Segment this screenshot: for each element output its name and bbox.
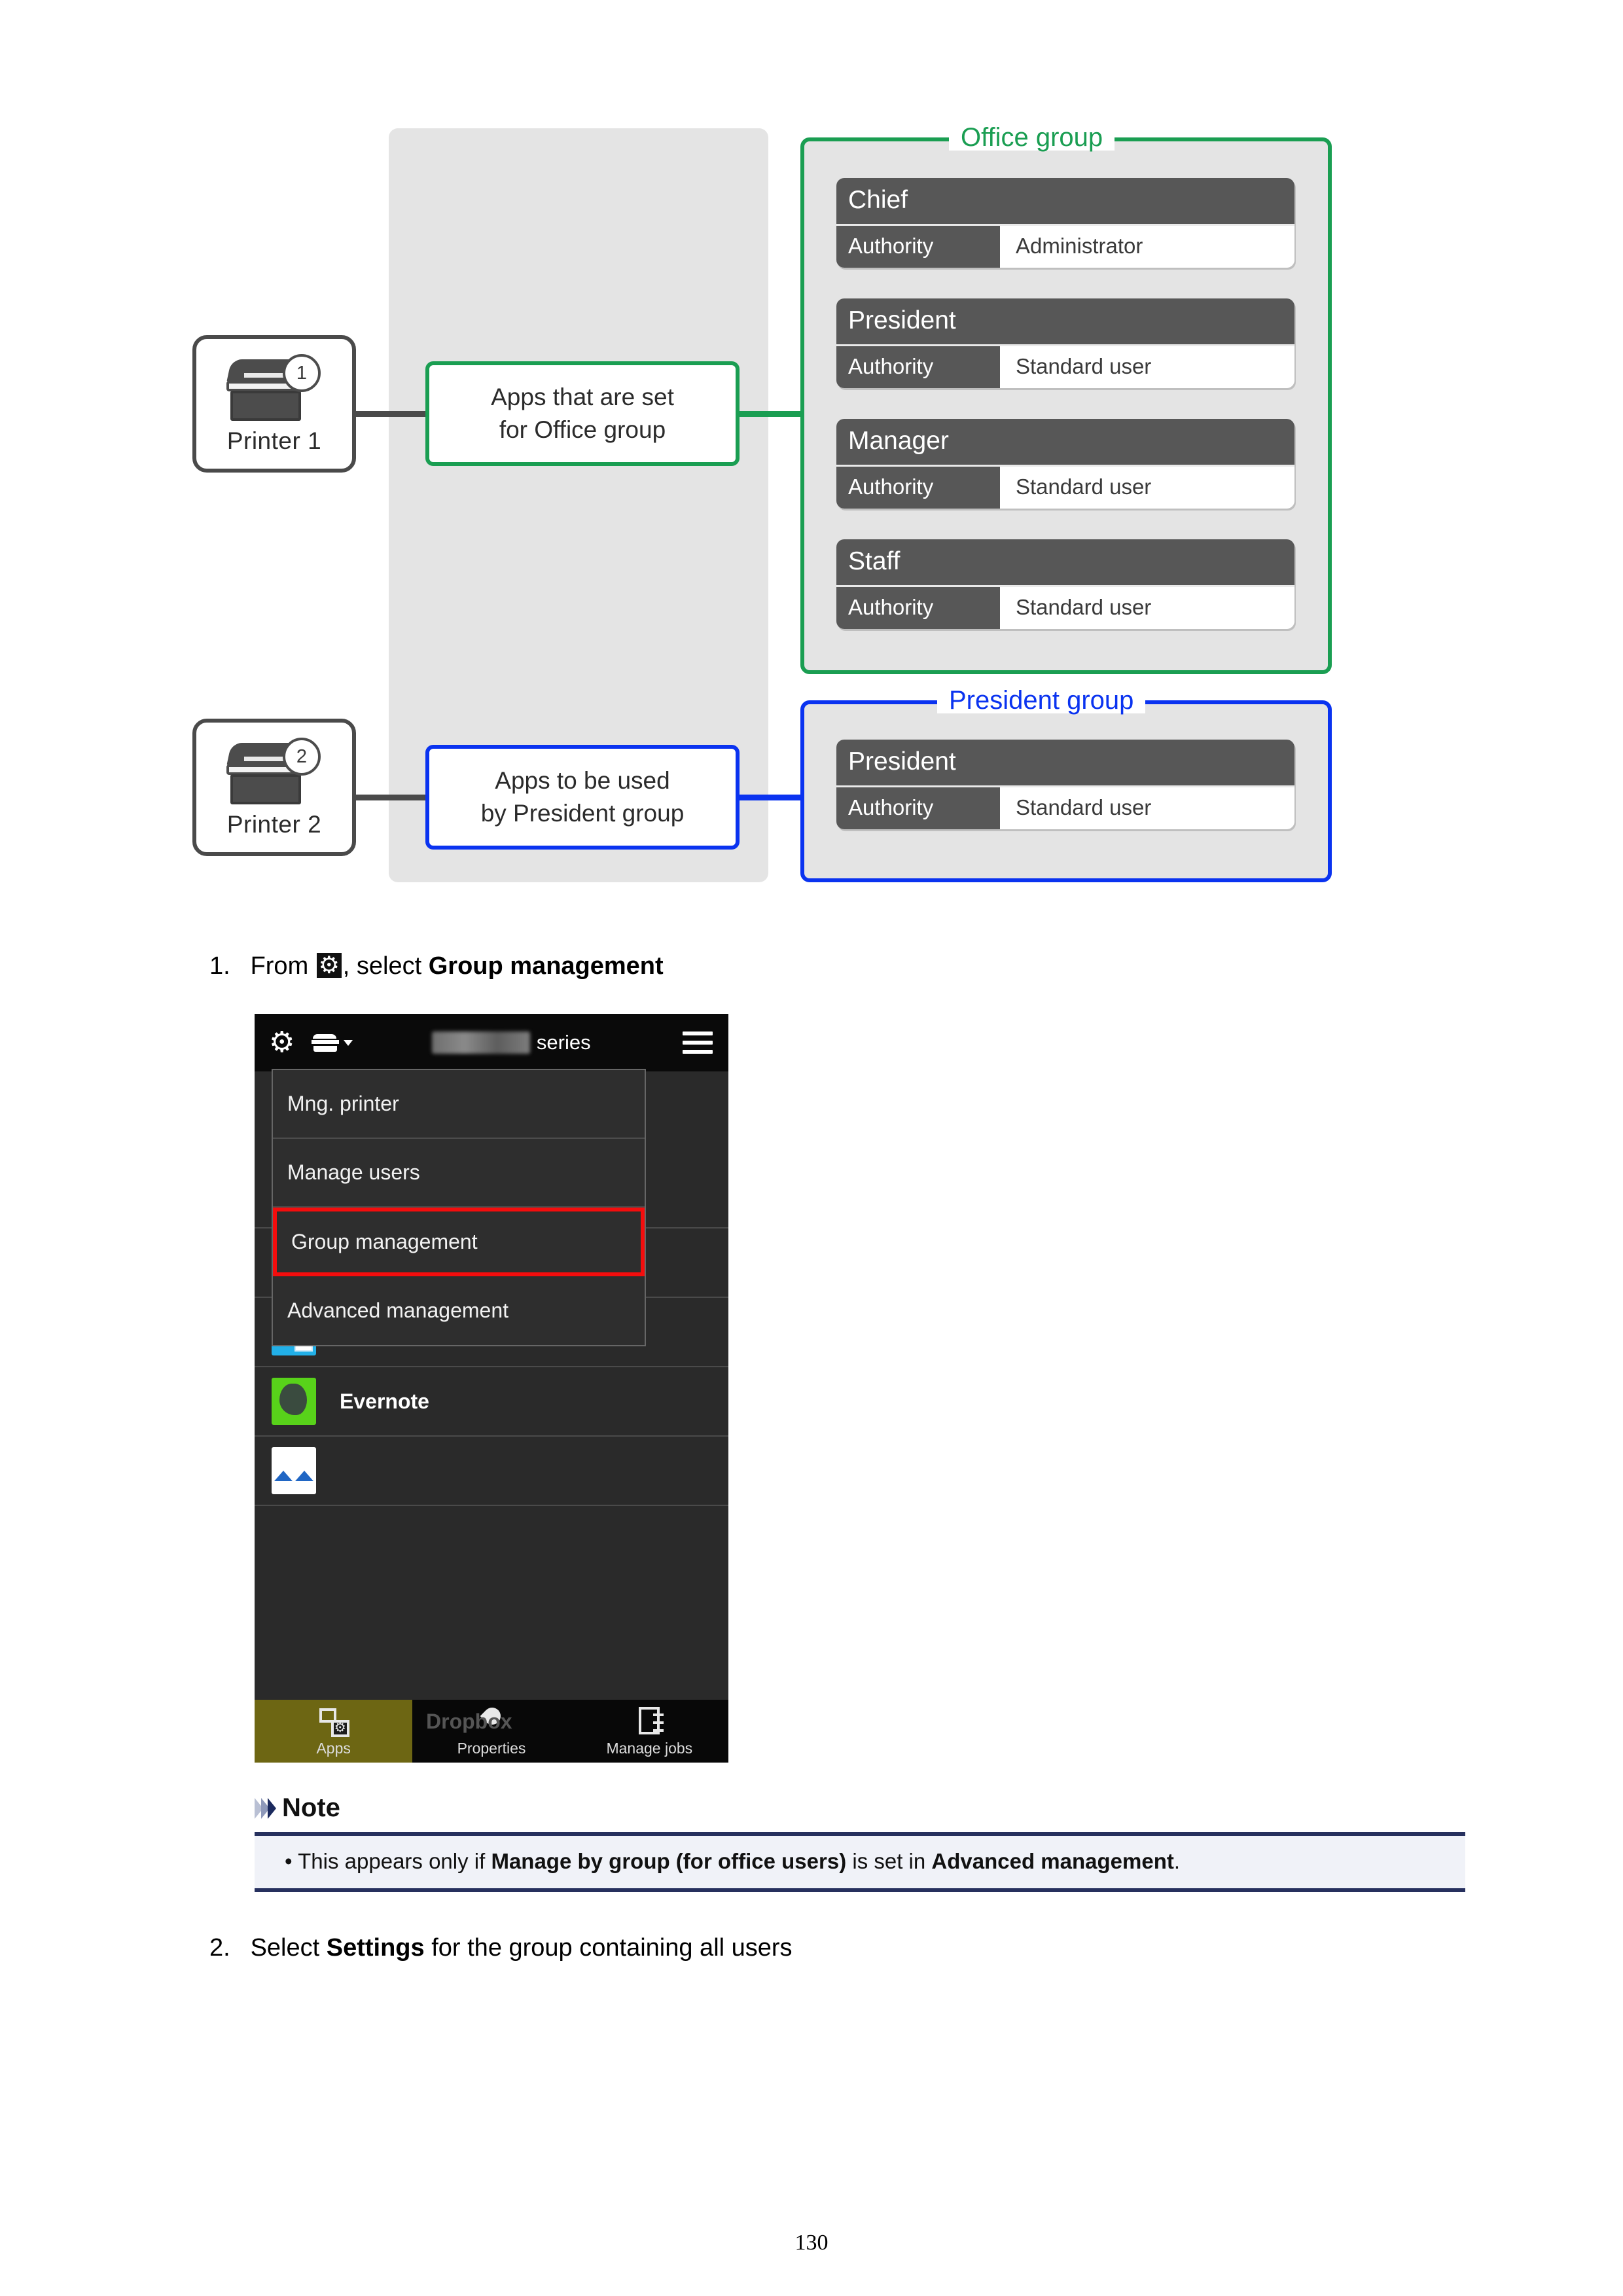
tab-manage-jobs[interactable]: Manage jobs [571, 1700, 728, 1763]
phone-title: series [340, 1031, 683, 1054]
menu-item-label: Group management [291, 1230, 478, 1253]
authority-label: Authority [836, 467, 1000, 509]
step-2-prefix: Select [250, 1934, 320, 1962]
checklist-icon [633, 1706, 665, 1737]
authority-label: Authority [836, 587, 1000, 629]
apps-icon [318, 1706, 349, 1737]
title-suffix: series [536, 1031, 591, 1054]
app-box-office-group: Apps that are set for Office group [425, 361, 740, 466]
user-name: Chief [836, 178, 1294, 226]
printer-2-label: Printer 2 [226, 811, 322, 838]
page-number: 130 [794, 2231, 829, 2255]
step-2: 2. Select Settings for the group contain… [209, 1934, 793, 1962]
authority-value: Standard user [1000, 787, 1294, 829]
printer-icon: 1 [225, 353, 323, 423]
authority-label: Authority [836, 787, 1000, 829]
note-bold-2: Advanced management [931, 1849, 1174, 1873]
gear-icon[interactable]: ⚙ [269, 1028, 294, 1057]
menu-item-label: Manage users [287, 1160, 420, 1184]
authority-label: Authority [836, 226, 1000, 268]
note-bullet: • [285, 1849, 293, 1873]
note-bold-1: Manage by group (for office users) [491, 1849, 847, 1873]
user-card-chief: Chief Authority Administrator [836, 178, 1294, 268]
settings-dropdown-menu: Mng. printer Manage users Group manageme… [272, 1069, 646, 1346]
step-2-bold: Settings [326, 1934, 425, 1962]
app-name-dropbox: Dropbox [426, 1710, 512, 1733]
step-1: 1. From , select Group management [209, 952, 664, 980]
step-1-middle: , select [342, 952, 422, 980]
note-block: Note • This appears only if Manage by gr… [255, 1793, 1465, 1892]
tab-label: Manage jobs [606, 1739, 693, 1757]
note-text-before: This appears only if [298, 1849, 491, 1873]
user-card-president-office: President Authority Standard user [836, 298, 1294, 388]
user-name: Manager [836, 419, 1294, 467]
step-2-number: 2. [209, 1934, 230, 1962]
authority-value: Administrator [1000, 226, 1294, 268]
step-1-number: 1. [209, 952, 230, 980]
gear-icon [316, 953, 342, 978]
tab-label: Properties [457, 1739, 526, 1757]
menu-item-label: Mng. printer [287, 1092, 399, 1115]
model-name-blurred [431, 1031, 530, 1054]
note-title: Note [255, 1793, 1465, 1823]
note-body: • This appears only if Manage by group (… [255, 1832, 1465, 1892]
note-text-after: . [1173, 1849, 1181, 1873]
office-group-legend: Office group [949, 124, 1115, 151]
app-box-president-line2: by President group [480, 800, 685, 827]
connector-printer2-appbox [356, 795, 425, 800]
app-name: Evernote [340, 1389, 429, 1413]
note-title-label: Note [282, 1793, 340, 1822]
authority-value: Standard user [1000, 587, 1294, 629]
dropbox-icon [272, 1447, 316, 1494]
mobile-screenshot: ⚙ series Facebook Photos in Tweets [255, 1014, 728, 1763]
tab-apps[interactable]: Apps [255, 1700, 413, 1763]
menu-item-manage-users[interactable]: Manage users [273, 1139, 645, 1208]
menu-item-label: Advanced management [287, 1299, 508, 1322]
user-name: Staff [836, 539, 1294, 587]
user-card-manager: Manager Authority Standard user [836, 419, 1294, 509]
chevrons-icon [255, 1797, 276, 1819]
connector-printer1-appbox [356, 411, 425, 417]
step-2-suffix: for the group containing all users [431, 1934, 793, 1962]
printer-2-card: 2 Printer 2 [192, 719, 356, 856]
list-item-evernote[interactable]: Evernote [255, 1367, 728, 1437]
phone-header: ⚙ series [255, 1014, 728, 1071]
printer-1-card: 1 Printer 1 [192, 335, 356, 473]
user-name: President [836, 740, 1294, 787]
evernote-icon [272, 1378, 316, 1425]
step-1-prefix: From [250, 952, 309, 980]
authority-label: Authority [836, 346, 1000, 388]
authority-value: Standard user [1000, 346, 1294, 388]
menu-item-advanced-management[interactable]: Advanced management [273, 1276, 645, 1345]
hamburger-menu-icon[interactable] [683, 1026, 713, 1059]
printer-1-label: Printer 1 [226, 427, 322, 454]
printer-icon: 2 [225, 736, 323, 807]
president-group-legend: President group [937, 687, 1146, 713]
printer-1-badge: 1 [283, 354, 321, 392]
app-box-president-group: Apps to be used by President group [425, 745, 740, 850]
printer-icon [312, 1033, 340, 1052]
group-management-diagram: Available Apps 1 Printer 1 2 Printer 2 A… [0, 0, 1623, 916]
authority-value: Standard user [1000, 467, 1294, 509]
user-name: President [836, 298, 1294, 346]
app-box-office-line1: Apps that are set [491, 384, 674, 411]
list-item-dropbox[interactable] [255, 1437, 728, 1506]
user-card-staff: Staff Authority Standard user [836, 539, 1294, 629]
user-card-president: President Authority Standard user [836, 740, 1294, 829]
menu-item-group-management[interactable]: Group management [273, 1208, 645, 1276]
tab-label: Apps [316, 1739, 351, 1757]
menu-item-mng-printer[interactable]: Mng. printer [273, 1070, 645, 1139]
note-text-middle: is set in [846, 1849, 932, 1873]
step-1-bold: Group management [428, 952, 664, 980]
printer-2-badge: 2 [283, 738, 321, 776]
app-box-office-line2: for Office group [499, 416, 666, 443]
app-box-president-line1: Apps to be used [495, 767, 670, 795]
